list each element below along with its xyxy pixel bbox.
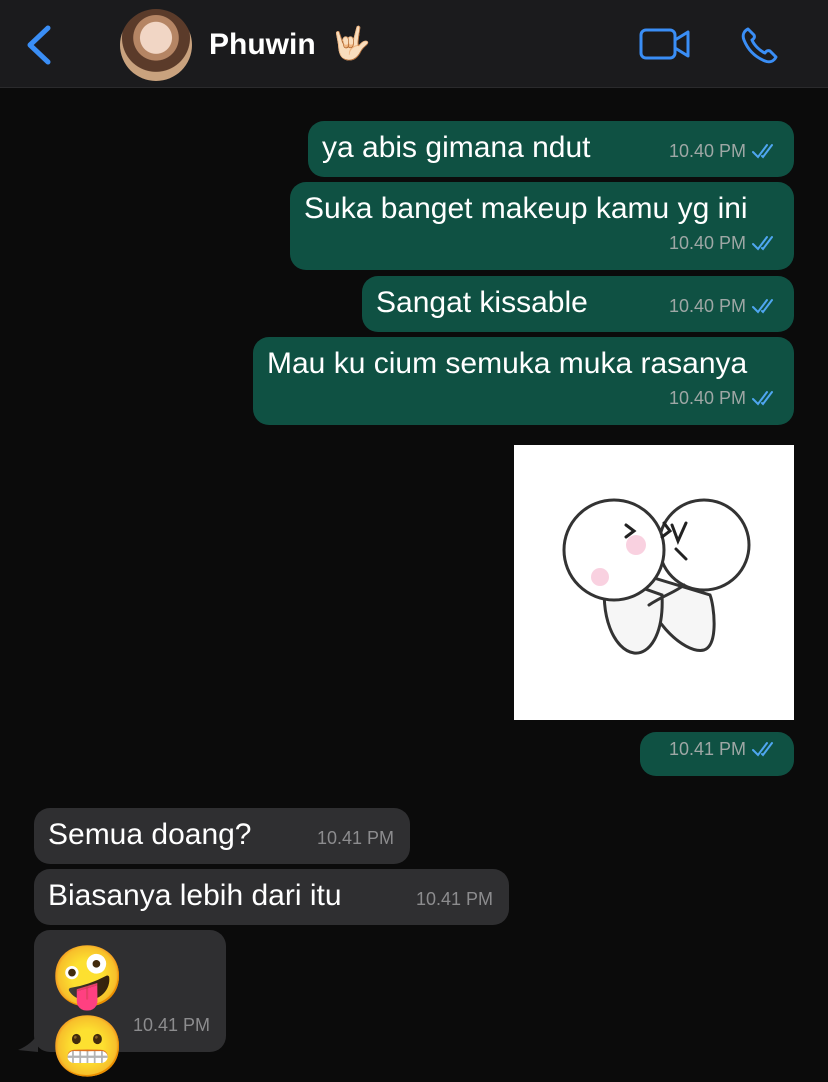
message-meta: 10.41 PM <box>133 1008 210 1042</box>
message-time: 10.40 PM <box>668 233 746 253</box>
message-text: ya abis gimana ndut <box>322 131 591 164</box>
message-time: 10.41 PM <box>415 889 493 909</box>
message-time: 10.40 PM <box>668 296 746 316</box>
message-meta: 10.40 PM <box>669 289 778 323</box>
message-bubble-incoming[interactable]: Semua doang? 10.41 PM <box>34 808 410 864</box>
message-bubble-outgoing[interactable]: Sangat kissable 10.40 PM <box>362 276 794 332</box>
message-text: Mau ku cium semuka muka rasanya <box>267 347 748 380</box>
message-text: Suka banget makeup kamu yg ini <box>304 192 748 225</box>
contact-emoji: 🤟🏻 <box>331 25 371 61</box>
message-time: 10.41 PM <box>668 739 746 759</box>
message-bubble-outgoing[interactable]: ya abis gimana ndut 10.40 PM <box>308 121 794 177</box>
message-meta: 10.41 PM <box>317 821 394 855</box>
chat-header: Phuwin 🤟🏻 <box>0 0 828 88</box>
sticker-drawing <box>562 498 751 655</box>
message-time: 10.40 PM <box>668 141 746 161</box>
message-bubble-incoming[interactable]: 🤪 😬 10.41 PM <box>34 930 226 1080</box>
message-time: 10.41 PM <box>132 1015 210 1035</box>
sticker-meta-bubble: 10.41 PM <box>640 732 794 776</box>
bubble-tail-icon <box>18 1034 38 1052</box>
contact-name[interactable]: Phuwin <box>209 28 316 62</box>
back-chevron-icon[interactable] <box>22 24 56 66</box>
read-ticks-icon <box>752 391 773 406</box>
message-meta: 10.40 PM <box>669 226 778 260</box>
read-ticks-icon <box>752 299 773 314</box>
avatar[interactable] <box>120 9 192 81</box>
kissing-characters-sticker[interactable] <box>514 445 794 720</box>
message-bubble-outgoing[interactable]: Suka banget makeup kamu yg ini 10.40 PM <box>290 182 794 270</box>
message-meta: 10.41 PM <box>669 732 778 766</box>
message-meta: 10.40 PM <box>669 381 778 415</box>
voice-call-icon[interactable] <box>740 25 780 65</box>
message-bubble-incoming[interactable]: Biasanya lebih dari itu 10.41 PM <box>34 869 509 925</box>
read-ticks-icon <box>752 742 773 757</box>
message-time: 10.40 PM <box>668 388 746 408</box>
read-ticks-icon <box>752 236 773 251</box>
message-bubble-outgoing[interactable]: Mau ku cium semuka muka rasanya 10.40 PM <box>253 337 794 425</box>
message-text: Sangat kissable <box>376 286 588 319</box>
message-meta: 10.41 PM <box>416 882 493 916</box>
video-call-icon[interactable] <box>639 26 691 62</box>
message-time: 10.41 PM <box>316 828 394 848</box>
message-meta: 10.40 PM <box>669 134 778 168</box>
read-ticks-icon <box>752 144 773 159</box>
message-text: Biasanya lebih dari itu <box>48 879 342 912</box>
message-text: Semua doang? <box>48 818 252 851</box>
